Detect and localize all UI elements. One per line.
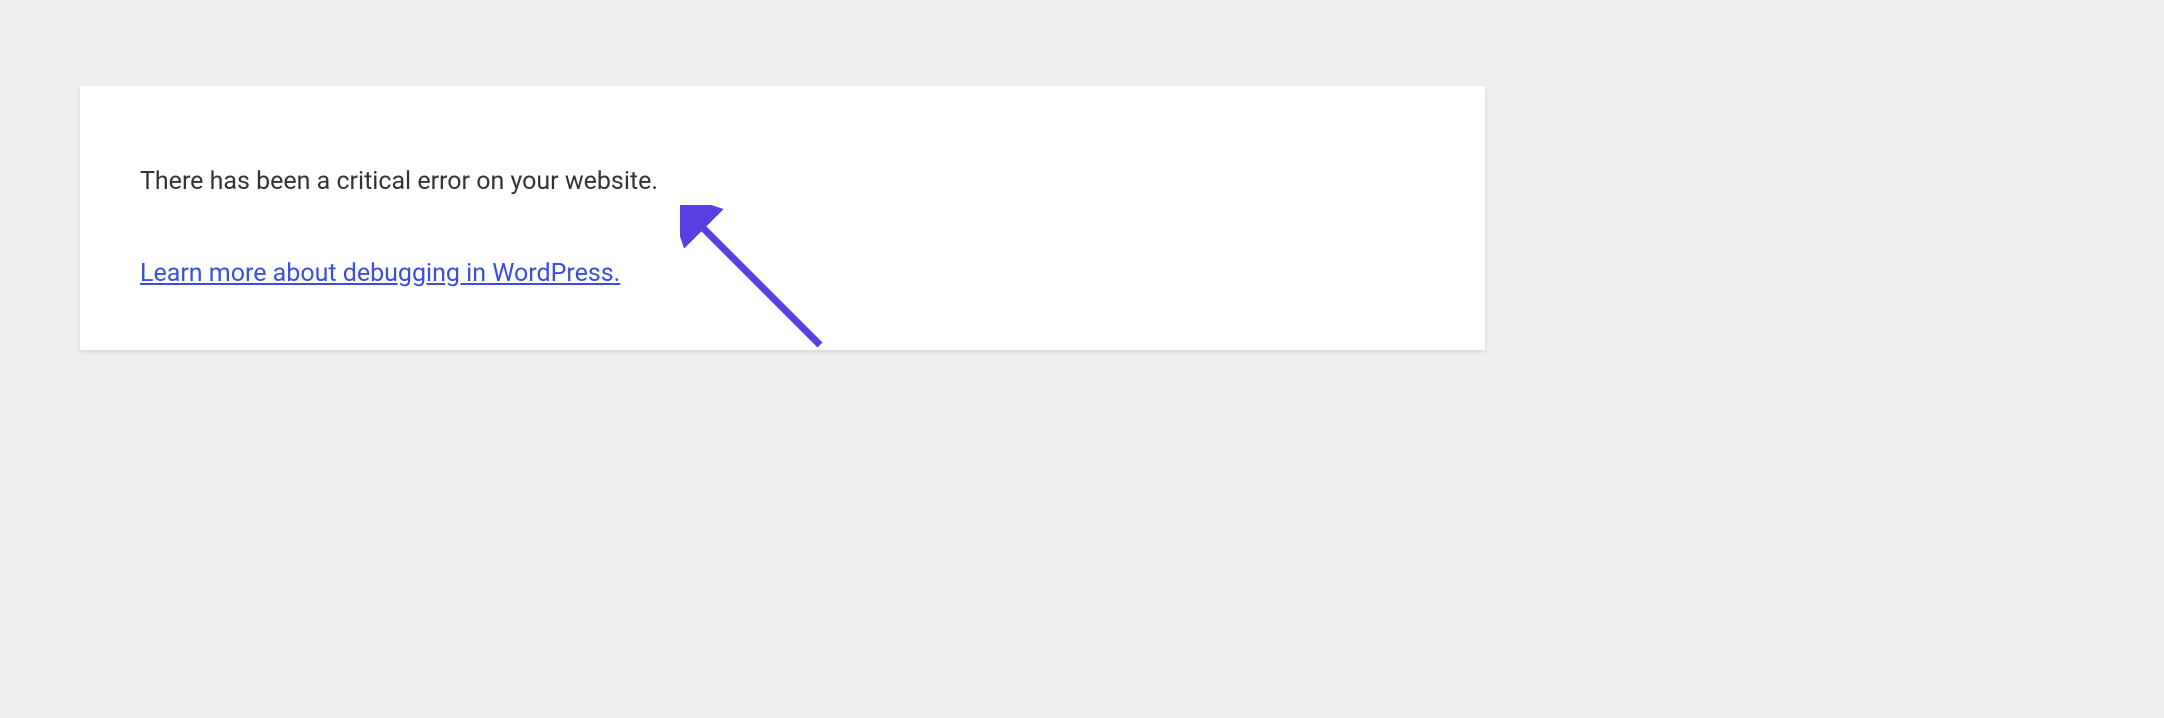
debug-link[interactable]: Learn more about debugging in WordPress. (140, 259, 620, 288)
error-dialog: There has been a critical error on your … (80, 86, 1485, 350)
error-message-text: There has been a critical error on your … (140, 166, 1425, 199)
